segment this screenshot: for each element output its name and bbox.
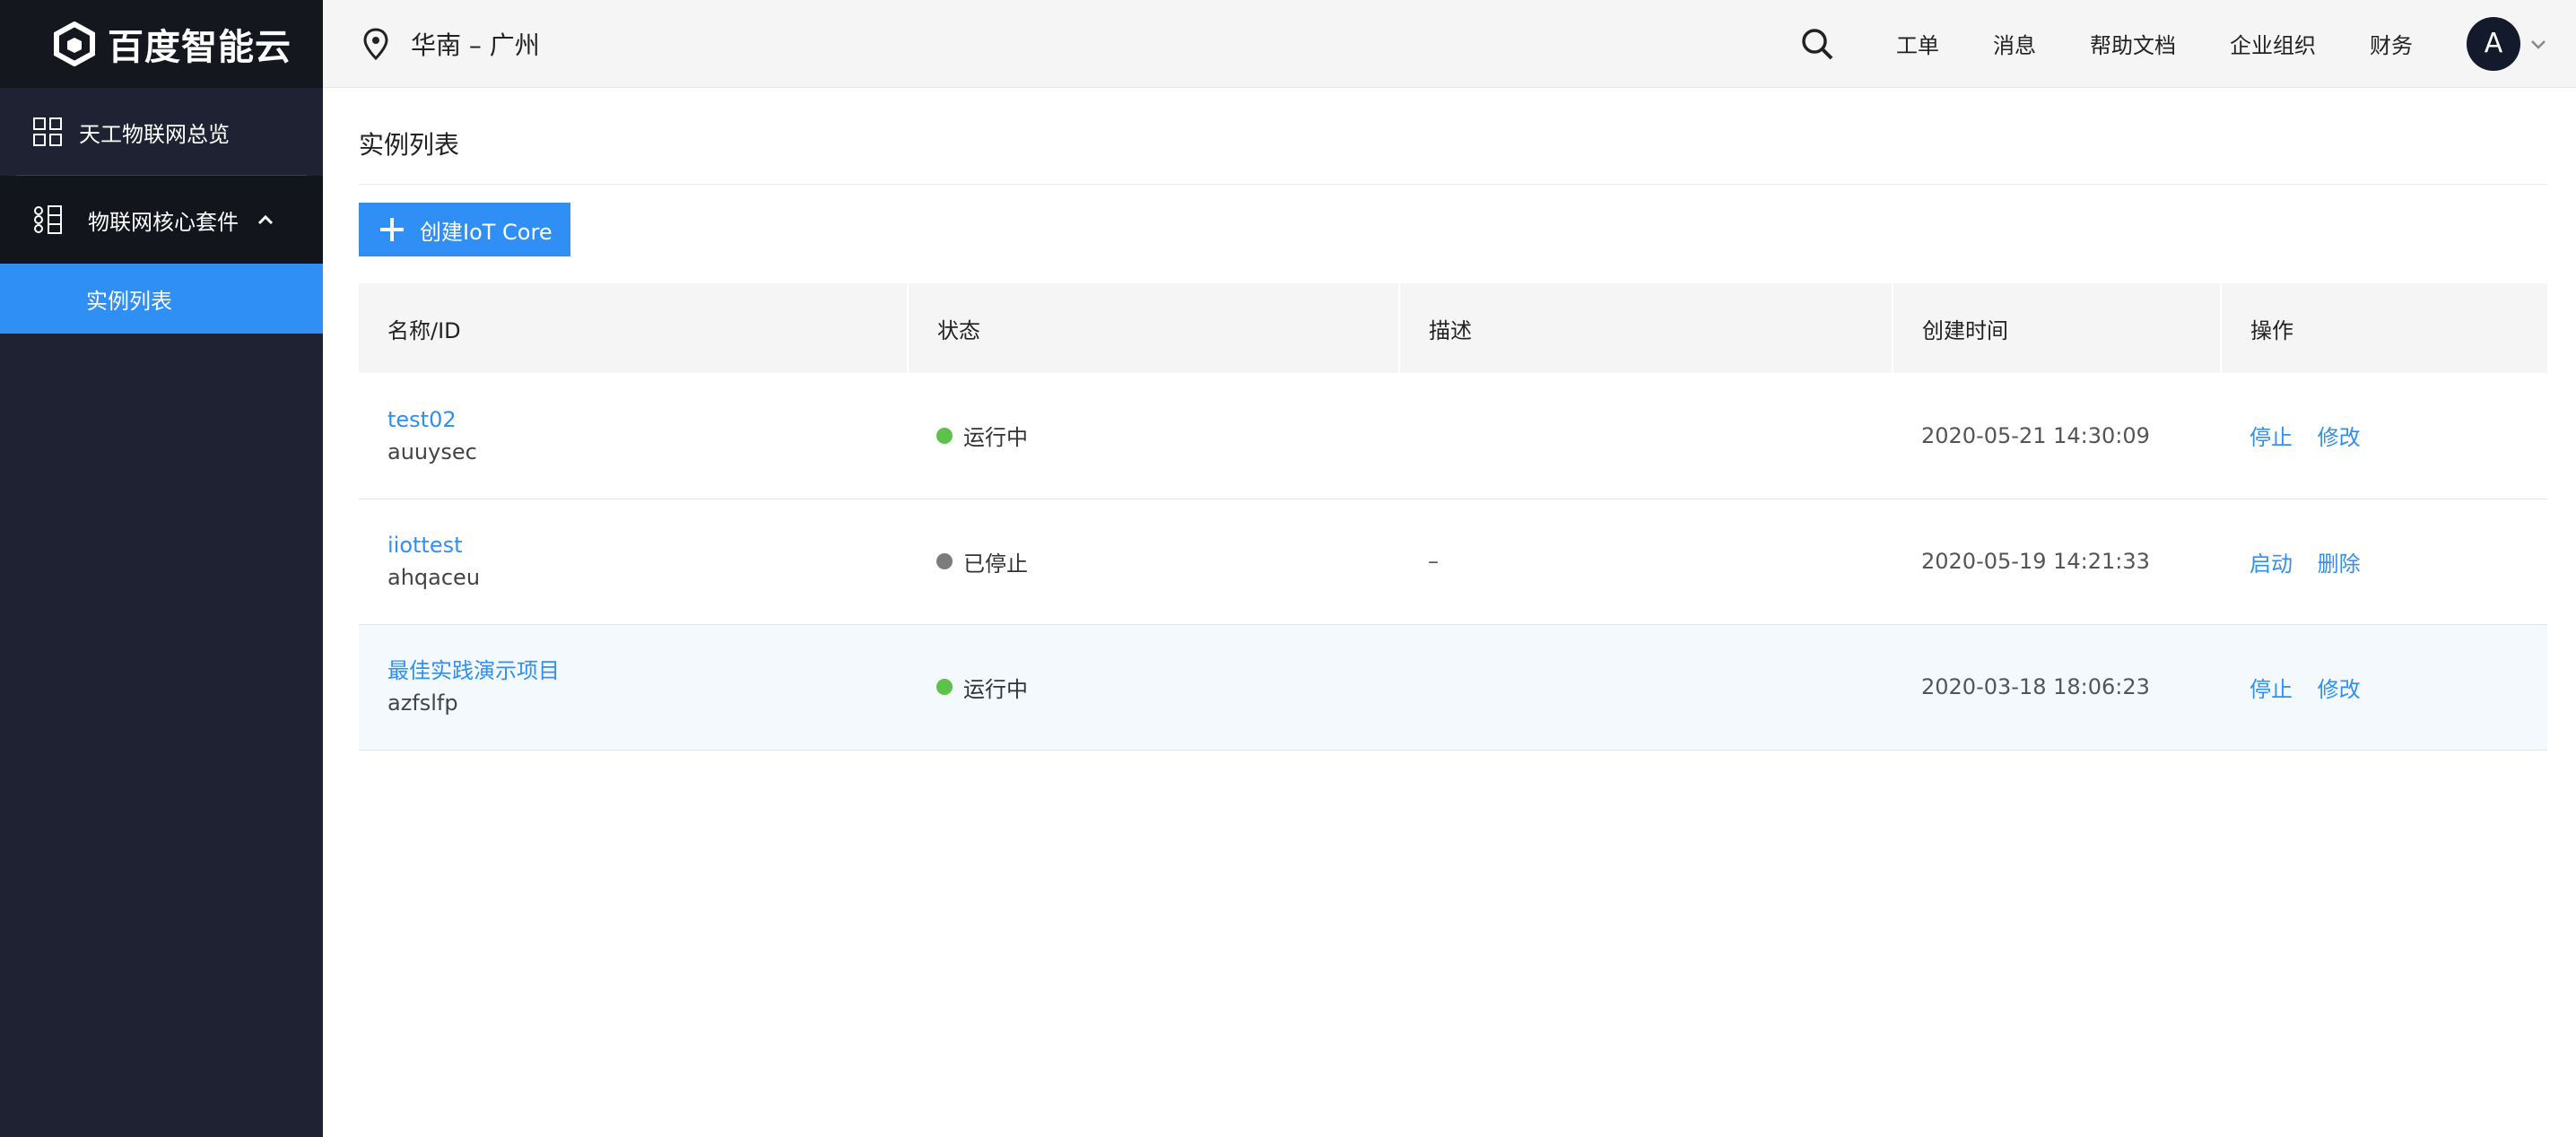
location-pin-icon bbox=[363, 27, 388, 60]
column-header-created: 创建时间 bbox=[1893, 283, 2222, 373]
stop-action-link[interactable]: 停止 bbox=[2250, 425, 2293, 450]
brand-logo[interactable]: 百度智能云 bbox=[0, 0, 323, 88]
start-action-link[interactable]: 启动 bbox=[2250, 551, 2293, 577]
column-header-description: 描述 bbox=[1399, 283, 1893, 373]
page-title: 实例列表 bbox=[359, 88, 2547, 185]
instance-id: auuysec bbox=[387, 438, 477, 464]
sidebar-item-label: 实例列表 bbox=[86, 288, 172, 314]
chevron-up-icon bbox=[257, 214, 274, 225]
region-selector[interactable]: 华南 – 广州 bbox=[362, 26, 540, 62]
column-header-status: 状态 bbox=[908, 283, 1400, 373]
nav-messages[interactable]: 消息 bbox=[1993, 28, 2036, 59]
sidebar-item-label: 天工物联网总览 bbox=[79, 121, 230, 147]
status-text: 已停止 bbox=[963, 551, 1028, 577]
nav-organization[interactable]: 企业组织 bbox=[2230, 28, 2316, 59]
sidebar-item-instance-list[interactable]: 实例列表 bbox=[0, 264, 323, 334]
chevron-down-icon[interactable] bbox=[2529, 38, 2547, 50]
instance-id: azfslfp bbox=[387, 690, 458, 716]
status-badge: 已停止 bbox=[936, 546, 1399, 577]
instance-name-link[interactable]: iiottest bbox=[387, 529, 908, 561]
sidebar-item-overview[interactable]: 天工物联网总览 bbox=[0, 88, 323, 176]
instance-description bbox=[1399, 624, 1893, 751]
sidebar: 百度智能云 天工物联网总览 物联网核心套件 实例列表 bbox=[0, 0, 323, 1137]
nav-finance[interactable]: 财务 bbox=[2370, 28, 2413, 59]
sidebar-group-label: 物联网核心套件 bbox=[88, 209, 239, 235]
avatar[interactable]: A bbox=[2467, 16, 2520, 71]
status-text: 运行中 bbox=[963, 676, 1028, 702]
edit-action-link[interactable]: 修改 bbox=[2318, 677, 2361, 702]
instance-created-time: 2020-03-18 18:06:23 bbox=[1893, 624, 2221, 751]
status-badge: 运行中 bbox=[936, 672, 1399, 703]
instance-created-time: 2020-05-19 14:21:33 bbox=[1893, 499, 2221, 625]
status-badge: 运行中 bbox=[936, 420, 1399, 451]
status-text: 运行中 bbox=[963, 425, 1028, 451]
instance-description: – bbox=[1399, 499, 1893, 625]
edit-action-link[interactable]: 修改 bbox=[2318, 425, 2361, 450]
plus-icon bbox=[380, 218, 404, 241]
create-button-label: 创建IoT Core bbox=[420, 219, 553, 245]
top-header: 华南 – 广州 工单 消息 帮助文档 企业组织 财务 A bbox=[323, 0, 2576, 88]
instance-description bbox=[1399, 373, 1893, 499]
delete-action-link[interactable]: 删除 bbox=[2318, 551, 2361, 577]
search-icon[interactable] bbox=[1799, 26, 1835, 62]
instance-name-link[interactable]: test02 bbox=[387, 404, 908, 436]
table-row: iiottest ahqaceu 已停止 – 2020-05-19 14:21:… bbox=[359, 499, 2547, 625]
status-dot-icon bbox=[936, 553, 953, 569]
nav-help-docs[interactable]: 帮助文档 bbox=[2090, 28, 2176, 59]
stop-action-link[interactable]: 停止 bbox=[2250, 677, 2293, 702]
top-nav: 工单 消息 帮助文档 企业组织 财务 A bbox=[1799, 0, 2576, 87]
cube-logo-icon bbox=[54, 22, 95, 66]
table-header-row: 名称/ID 状态 描述 创建时间 操作 bbox=[359, 283, 2547, 373]
main-content: 实例列表 创建IoT Core 名称/ID 状态 描述 创建时间 操作 test… bbox=[359, 88, 2547, 751]
table-row: 最佳实践演示项目 azfslfp 运行中 2020-03-18 18:06:23… bbox=[359, 624, 2547, 751]
column-header-actions: 操作 bbox=[2221, 283, 2547, 373]
modules-icon bbox=[34, 205, 62, 234]
region-label: 华南 – 广州 bbox=[411, 30, 540, 60]
table-row: test02 auuysec 运行中 2020-05-21 14:30:09 停… bbox=[359, 373, 2547, 499]
grid-icon bbox=[33, 117, 62, 146]
instance-created-time: 2020-05-21 14:30:09 bbox=[1893, 373, 2221, 499]
instance-table: 名称/ID 状态 描述 创建时间 操作 test02 auuysec 运行中 2… bbox=[359, 283, 2547, 751]
sidebar-group-iot-core[interactable]: 物联网核心套件 bbox=[0, 176, 323, 264]
column-header-name: 名称/ID bbox=[359, 283, 909, 373]
logo-text: 百度智能云 bbox=[108, 27, 292, 68]
status-dot-icon bbox=[936, 427, 953, 444]
instance-name-link[interactable]: 最佳实践演示项目 bbox=[387, 655, 908, 687]
status-dot-icon bbox=[936, 679, 953, 695]
create-iot-core-button[interactable]: 创建IoT Core bbox=[359, 203, 570, 256]
nav-ticket[interactable]: 工单 bbox=[1896, 28, 1939, 59]
instance-id: ahqaceu bbox=[387, 565, 481, 590]
